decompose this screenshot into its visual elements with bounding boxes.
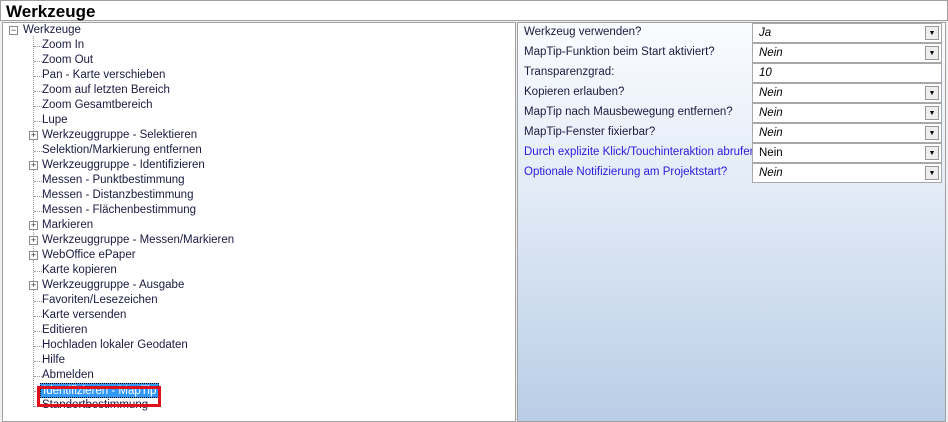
property-row: Transparenzgrad: 10 — [518, 63, 946, 83]
tree-item[interactable]: Abmelden — [42, 368, 94, 383]
dropdown-arrow-icon[interactable]: ▼ — [925, 166, 939, 180]
property-value-text: Nein — [759, 47, 783, 59]
property-row: MapTip nach Mausbewegung entfernen? Nein… — [518, 103, 946, 123]
expand-icon[interactable]: + — [29, 161, 38, 170]
tree-item[interactable]: Werkzeuggruppe - Messen/Markieren — [42, 233, 234, 248]
expand-icon[interactable]: + — [29, 281, 38, 290]
tree-item[interactable]: Werkzeuggruppe - Selektieren — [42, 128, 197, 143]
property-value-text: Nein — [759, 147, 783, 159]
tree-item[interactable]: Pan - Karte verschieben — [42, 68, 165, 83]
property-value-text: Nein — [759, 87, 783, 99]
collapse-icon[interactable]: − — [9, 26, 18, 35]
property-row: Durch explizite Klick/Touchinteraktion a… — [518, 143, 946, 163]
tree-item[interactable]: Editieren — [42, 323, 87, 338]
property-label: Durch explizite Klick/Touchinteraktion a… — [524, 146, 763, 158]
property-label: MapTip-Fenster fixierbar? — [524, 126, 656, 138]
properties-panel: Werkzeug verwenden? Ja ▼ MapTip-Funktion … — [517, 22, 946, 422]
dropdown-arrow-icon[interactable]: ▼ — [925, 46, 939, 60]
property-value[interactable]: Nein ▼ — [752, 143, 942, 163]
property-row: MapTip-Fenster fixierbar? Nein ▼ — [518, 123, 946, 143]
tree-item[interactable]: Hochladen lokaler Geodaten — [42, 338, 188, 353]
property-label: Kopieren erlauben? — [524, 86, 625, 98]
expand-icon[interactable]: + — [29, 131, 38, 140]
property-label: Optionale Notifizierung am Projektstart? — [524, 166, 728, 178]
tree-item[interactable]: Zoom Out — [42, 53, 93, 68]
tree-item[interactable]: Hilfe — [42, 353, 65, 368]
property-value[interactable]: Nein ▼ — [752, 83, 942, 103]
tree-item[interactable]: Messen - Distanzbestimmung — [42, 188, 193, 203]
property-value[interactable]: Ja ▼ — [752, 23, 942, 43]
property-value[interactable]: Nein ▼ — [752, 163, 942, 183]
tree-item[interactable]: Zoom auf letzten Bereich — [42, 83, 170, 98]
property-value[interactable]: Nein ▼ — [752, 123, 942, 143]
property-value-text: Nein — [759, 167, 783, 179]
highlight-box — [37, 386, 161, 407]
expand-icon[interactable]: + — [29, 251, 38, 260]
property-label: Werkzeug verwenden? — [524, 26, 642, 38]
panel-title: Werkzeuge — [0, 0, 948, 21]
tree-item[interactable]: Karte kopieren — [42, 263, 117, 278]
property-value[interactable]: Nein ▼ — [752, 103, 942, 123]
property-label: Transparenzgrad: — [524, 66, 615, 78]
tree-item[interactable]: Markieren — [42, 218, 93, 233]
property-value-text: Nein — [759, 107, 783, 119]
dropdown-arrow-icon[interactable]: ▼ — [925, 126, 939, 140]
property-row: Werkzeug verwenden? Ja ▼ — [518, 23, 946, 43]
property-value[interactable]: Nein ▼ — [752, 43, 942, 63]
property-label: MapTip-Funktion beim Start aktiviert? — [524, 46, 715, 58]
tree-item[interactable]: Messen - Punktbestimmung — [42, 173, 185, 188]
expand-icon[interactable]: + — [29, 236, 38, 245]
tree-item[interactable]: Lupe — [42, 113, 68, 128]
dropdown-arrow-icon[interactable]: ▼ — [925, 106, 939, 120]
tree-item[interactable]: Werkzeuggruppe - Identifizieren — [42, 158, 205, 173]
tree-item[interactable]: Karte versenden — [42, 308, 126, 323]
property-value-text: Nein — [759, 127, 783, 139]
tree-item[interactable]: Selektion/Markierung entfernen — [42, 143, 202, 158]
tree-item[interactable]: Werkzeuggruppe - Ausgabe — [42, 278, 184, 293]
tree-item[interactable]: Favoriten/Lesezeichen — [42, 293, 158, 308]
property-row: MapTip-Funktion beim Start aktiviert? Ne… — [518, 43, 946, 63]
tree-item[interactable]: Zoom Gesamtbereich — [42, 98, 153, 113]
property-label: MapTip nach Mausbewegung entfernen? — [524, 106, 733, 118]
tools-tree[interactable]: − Werkzeuge Zoom In Zoom Out Pan - Karte ver… — [2, 22, 516, 422]
tree-item[interactable]: WebOffice ePaper — [42, 248, 136, 263]
tree-item[interactable]: Messen - Flächenbestimmung — [42, 203, 196, 218]
dropdown-arrow-icon[interactable]: ▼ — [925, 146, 939, 160]
property-value[interactable]: 10 — [752, 63, 942, 83]
tree-root[interactable]: Werkzeuge — [23, 23, 81, 38]
property-value-text: 10 — [759, 67, 772, 79]
tree-item[interactable]: Zoom In — [42, 38, 84, 53]
dropdown-arrow-icon[interactable]: ▼ — [925, 26, 939, 40]
property-value-text: Ja — [759, 27, 772, 39]
property-row: Kopieren erlauben? Nein ▼ — [518, 83, 946, 103]
expand-icon[interactable]: + — [29, 221, 38, 230]
property-row: Optionale Notifizierung am Projektstart?… — [518, 163, 946, 183]
dropdown-arrow-icon[interactable]: ▼ — [925, 86, 939, 100]
